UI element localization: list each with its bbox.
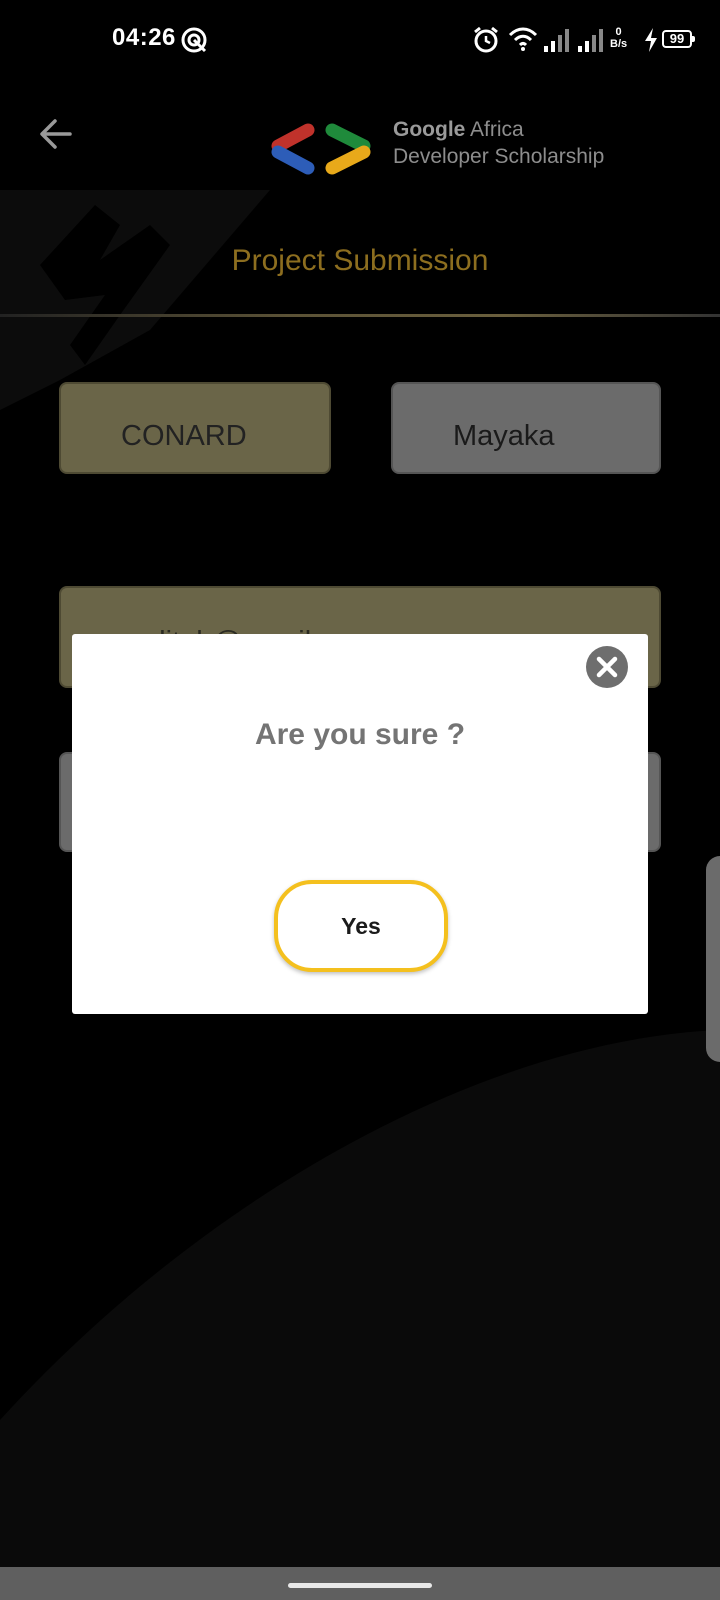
brand-google: Google bbox=[393, 118, 466, 141]
page-title: Project Submission bbox=[231, 244, 489, 277]
charging-icon bbox=[645, 28, 657, 52]
status-time: 04:26 bbox=[112, 24, 176, 51]
battery-icon: 99 bbox=[662, 30, 695, 48]
net-speed: 0 B/s bbox=[610, 26, 627, 50]
header-divider bbox=[0, 314, 720, 317]
first-name-field[interactable]: CONARD bbox=[59, 382, 331, 474]
dialog-title: Are you sure ? bbox=[254, 718, 466, 751]
wifi-icon bbox=[508, 27, 538, 51]
brand-line2: Developer Scholarship bbox=[393, 145, 605, 168]
signal-icon bbox=[544, 29, 569, 52]
gdsc-logo-icon bbox=[271, 123, 371, 175]
close-icon[interactable] bbox=[586, 646, 628, 688]
status-bar: 04:26 0 B/s 99 bbox=[0, 0, 720, 80]
net-speed-unit: B/s bbox=[610, 38, 628, 50]
brand-africa: Africa bbox=[465, 118, 524, 141]
close-x-glyph bbox=[596, 656, 618, 678]
yes-button[interactable]: Yes bbox=[274, 880, 448, 972]
net-speed-value: 0 bbox=[615, 26, 622, 38]
edge-panel-handle[interactable] bbox=[706, 856, 720, 1062]
confirm-dialog: Are you sure ? Yes bbox=[72, 634, 648, 1014]
do-not-disturb-icon bbox=[181, 27, 207, 53]
brand-text: Google Africa Developer Scholarship bbox=[393, 116, 604, 170]
signal-icon bbox=[578, 29, 603, 52]
arrow-left-icon[interactable] bbox=[38, 116, 74, 152]
alarm-icon bbox=[474, 26, 498, 53]
navigation-bar bbox=[0, 1567, 720, 1600]
last-name-field[interactable]: Mayaka bbox=[391, 382, 661, 474]
home-gesture-handle[interactable] bbox=[288, 1583, 432, 1588]
